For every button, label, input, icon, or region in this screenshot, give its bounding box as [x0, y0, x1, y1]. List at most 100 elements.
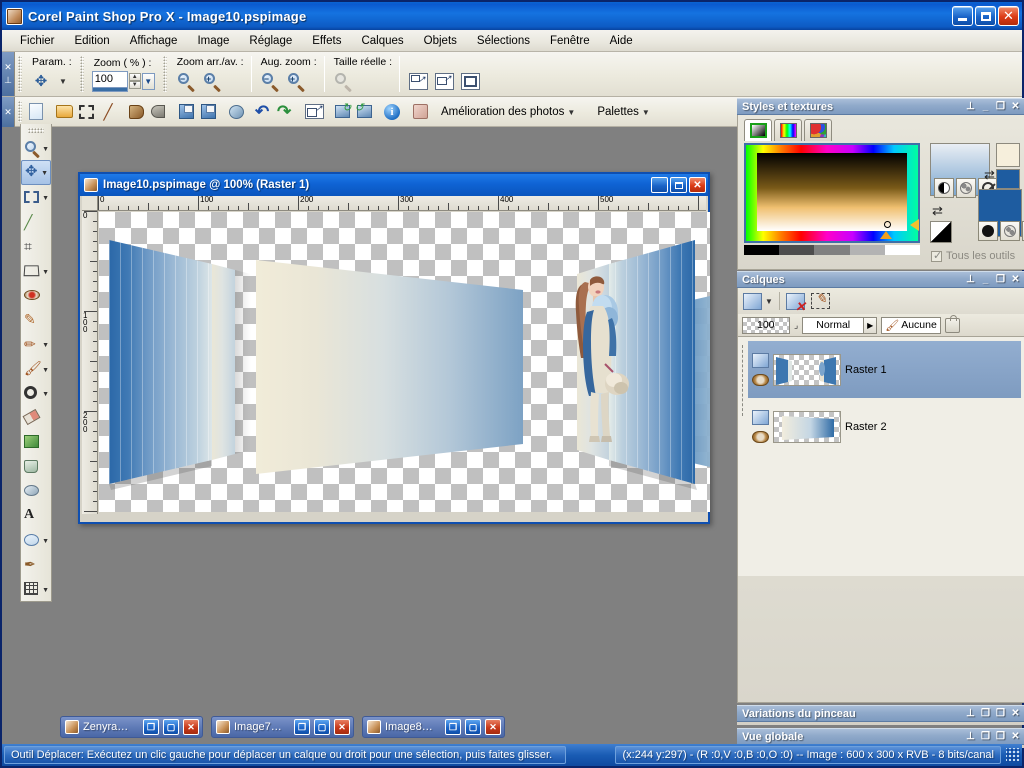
new-layer-icon[interactable]	[743, 292, 762, 310]
clone-brush-tool[interactable]: ✏ ▼	[21, 332, 51, 356]
overview-panel-titlebar[interactable]: Vue globale ⊥ ❐ ❐ ✕	[737, 728, 1024, 745]
brush-panel-maximize-icon[interactable]: ❐	[996, 708, 1005, 719]
styles-panel-pin-icon[interactable]: ⊥	[966, 101, 975, 112]
undo-icon[interactable]: ↶	[253, 101, 275, 123]
menu-edition[interactable]: Edition	[65, 32, 120, 50]
rotate-right-icon[interactable]: ↺	[353, 101, 375, 123]
background-color-swatch[interactable]	[996, 169, 1020, 189]
makeover-tool[interactable]: ✎	[21, 307, 51, 331]
overview-panel-close-icon[interactable]: ✕	[1011, 731, 1020, 742]
actual-size-icon[interactable]	[332, 70, 354, 93]
blend-mode-arrow-icon[interactable]: ▶	[864, 316, 878, 334]
rainbow-tab[interactable]	[774, 119, 802, 141]
doc-task-close-button[interactable]: ✕	[183, 719, 199, 735]
group-sep-2[interactable]	[162, 56, 167, 92]
toolbar-drag-handle[interactable]	[18, 56, 22, 92]
layer-visibility-icon[interactable]	[752, 431, 769, 443]
doc-task-maximize-button[interactable]: ▢	[465, 719, 481, 735]
brush-panel-restore-icon[interactable]: ❐	[981, 708, 990, 719]
lighten-darken-tool-caret-icon[interactable]: ▼	[42, 391, 49, 398]
full-screen-preview-icon[interactable]	[459, 70, 481, 92]
warp-brush-tool[interactable]: ▼	[21, 577, 51, 601]
move-tool[interactable]: ✥ ▼	[21, 160, 51, 185]
opacity-slider-icon[interactable]: ⌟	[794, 320, 798, 331]
move-tool-caret-icon[interactable]: ▼	[41, 170, 48, 177]
styles-panel-maximize-icon[interactable]: ❐	[996, 101, 1005, 112]
styles-panel-minimize-icon[interactable]: _	[981, 101, 990, 112]
layer-row-raster2[interactable]: Raster 2	[748, 398, 1021, 455]
zoom-spin-down[interactable]: ▼	[128, 81, 141, 89]
minimize-button[interactable]	[952, 6, 973, 26]
group-sep-1[interactable]	[79, 56, 84, 92]
print-layout-icon[interactable]	[125, 101, 147, 123]
brush-panel-pin-icon[interactable]: ⊥	[966, 708, 975, 719]
fit-image-to-window-icon[interactable]: ↗	[433, 70, 455, 92]
blend-mode-select[interactable]: Normal	[802, 316, 865, 334]
toolbar-pin-icon[interactable]: ⊥	[4, 75, 12, 86]
fg-texture-icon[interactable]	[956, 178, 976, 198]
save-as-icon[interactable]	[197, 101, 219, 123]
lock-icon[interactable]	[944, 314, 960, 333]
doc-task-image7[interactable]: Image7… ❐ ▢ ✕	[211, 716, 354, 738]
layer-link-control[interactable]: 🖌 Aucune	[881, 316, 941, 334]
doc-task-image8[interactable]: Image8… ❐ ▢ ✕	[362, 716, 505, 738]
standard-toolbar-drag-handle[interactable]	[18, 101, 22, 122]
menu-selections[interactable]: Sélections	[467, 32, 540, 50]
close-button[interactable]: ✕	[998, 6, 1019, 26]
lighten-darken-tool[interactable]: ▼	[21, 381, 51, 405]
zoom-percent-slider[interactable]	[91, 87, 128, 92]
new-icon[interactable]	[25, 101, 47, 123]
smudge-tool[interactable]	[21, 479, 51, 503]
redo-icon[interactable]: ↷	[275, 101, 297, 123]
menu-affichage[interactable]: Affichage	[120, 32, 188, 50]
text-tool[interactable]: A	[21, 503, 51, 527]
document-close-button[interactable]: ✕	[689, 177, 706, 193]
layers-panel-maximize-icon[interactable]: ❐	[996, 274, 1005, 285]
layers-list[interactable]: Raster 1 Raster 2	[738, 336, 1024, 576]
browse-icon[interactable]	[75, 101, 97, 123]
layers-panel-minimize-icon[interactable]: _	[981, 274, 990, 285]
brush-panel-titlebar[interactable]: Variations du pinceau ⊥ ❐ ❐ ✕	[737, 705, 1024, 722]
zoom-percent-input[interactable]	[91, 70, 128, 88]
doc-task-maximize-button[interactable]: ▢	[163, 719, 179, 735]
all-tools-check-icon[interactable]	[931, 249, 942, 262]
foreground-color-swatch[interactable]	[996, 143, 1020, 167]
maximize-button[interactable]	[975, 6, 996, 26]
fg-gradient-icon[interactable]	[934, 178, 954, 198]
layer-properties-icon[interactable]: ✎	[810, 292, 830, 309]
swatches-tab[interactable]	[804, 119, 832, 141]
toolbar-close-icon[interactable]: ✕	[4, 62, 12, 73]
layer-row-raster1[interactable]: Raster 1	[748, 341, 1021, 398]
layers-panel-close-icon[interactable]: ✕	[1011, 274, 1020, 285]
eraser-tool[interactable]	[21, 405, 51, 429]
menu-image[interactable]: Image	[187, 32, 239, 50]
print-icon[interactable]	[147, 101, 169, 123]
brush-panel-close-icon[interactable]: ✕	[1011, 708, 1020, 719]
resize-icon[interactable]: ↗	[303, 101, 325, 123]
preset-shape-tool[interactable]: ▼	[21, 528, 51, 552]
deform-tool-caret-icon[interactable]: ▼	[42, 269, 49, 276]
layers-panel-pin-icon[interactable]: ⊥	[966, 274, 975, 285]
fit-window-to-image-icon[interactable]: ↗	[407, 70, 429, 92]
pan-zoom-tool[interactable]: ▼	[21, 136, 51, 160]
crop-tool[interactable]: ⌗	[21, 234, 51, 258]
grayscale-strip[interactable]	[744, 245, 921, 255]
selection-tool[interactable]: ▼	[21, 185, 51, 209]
toolbar-gripbox[interactable]: ✕ ⊥	[2, 52, 15, 96]
selection-tool-caret-icon[interactable]: ▼	[42, 195, 49, 202]
swap-styles-icon[interactable]: ⇄	[932, 203, 943, 219]
warp-brush-tool-caret-icon[interactable]: ▼	[42, 587, 49, 594]
pan-zoom-tool-caret-icon[interactable]: ▼	[42, 146, 49, 153]
red-eye-tool[interactable]	[21, 283, 51, 307]
preset-move-icon[interactable]: ✥	[30, 70, 52, 92]
doc-task-zenyra[interactable]: Zenyra… ❐ ▢ ✕	[60, 716, 203, 738]
palettes-menu[interactable]: Palettes ▼	[591, 106, 655, 118]
menu-reglage[interactable]: Réglage	[239, 32, 302, 50]
open-folder-icon[interactable]	[53, 101, 75, 123]
materials-icon[interactable]	[409, 101, 431, 123]
document-maximize-button[interactable]	[670, 177, 687, 193]
image-canvas[interactable]	[99, 212, 710, 512]
zoom-in-icon[interactable]: +	[201, 70, 223, 93]
delete-layer-icon[interactable]: ✕	[785, 292, 806, 313]
document-minimize-button[interactable]	[651, 177, 668, 193]
